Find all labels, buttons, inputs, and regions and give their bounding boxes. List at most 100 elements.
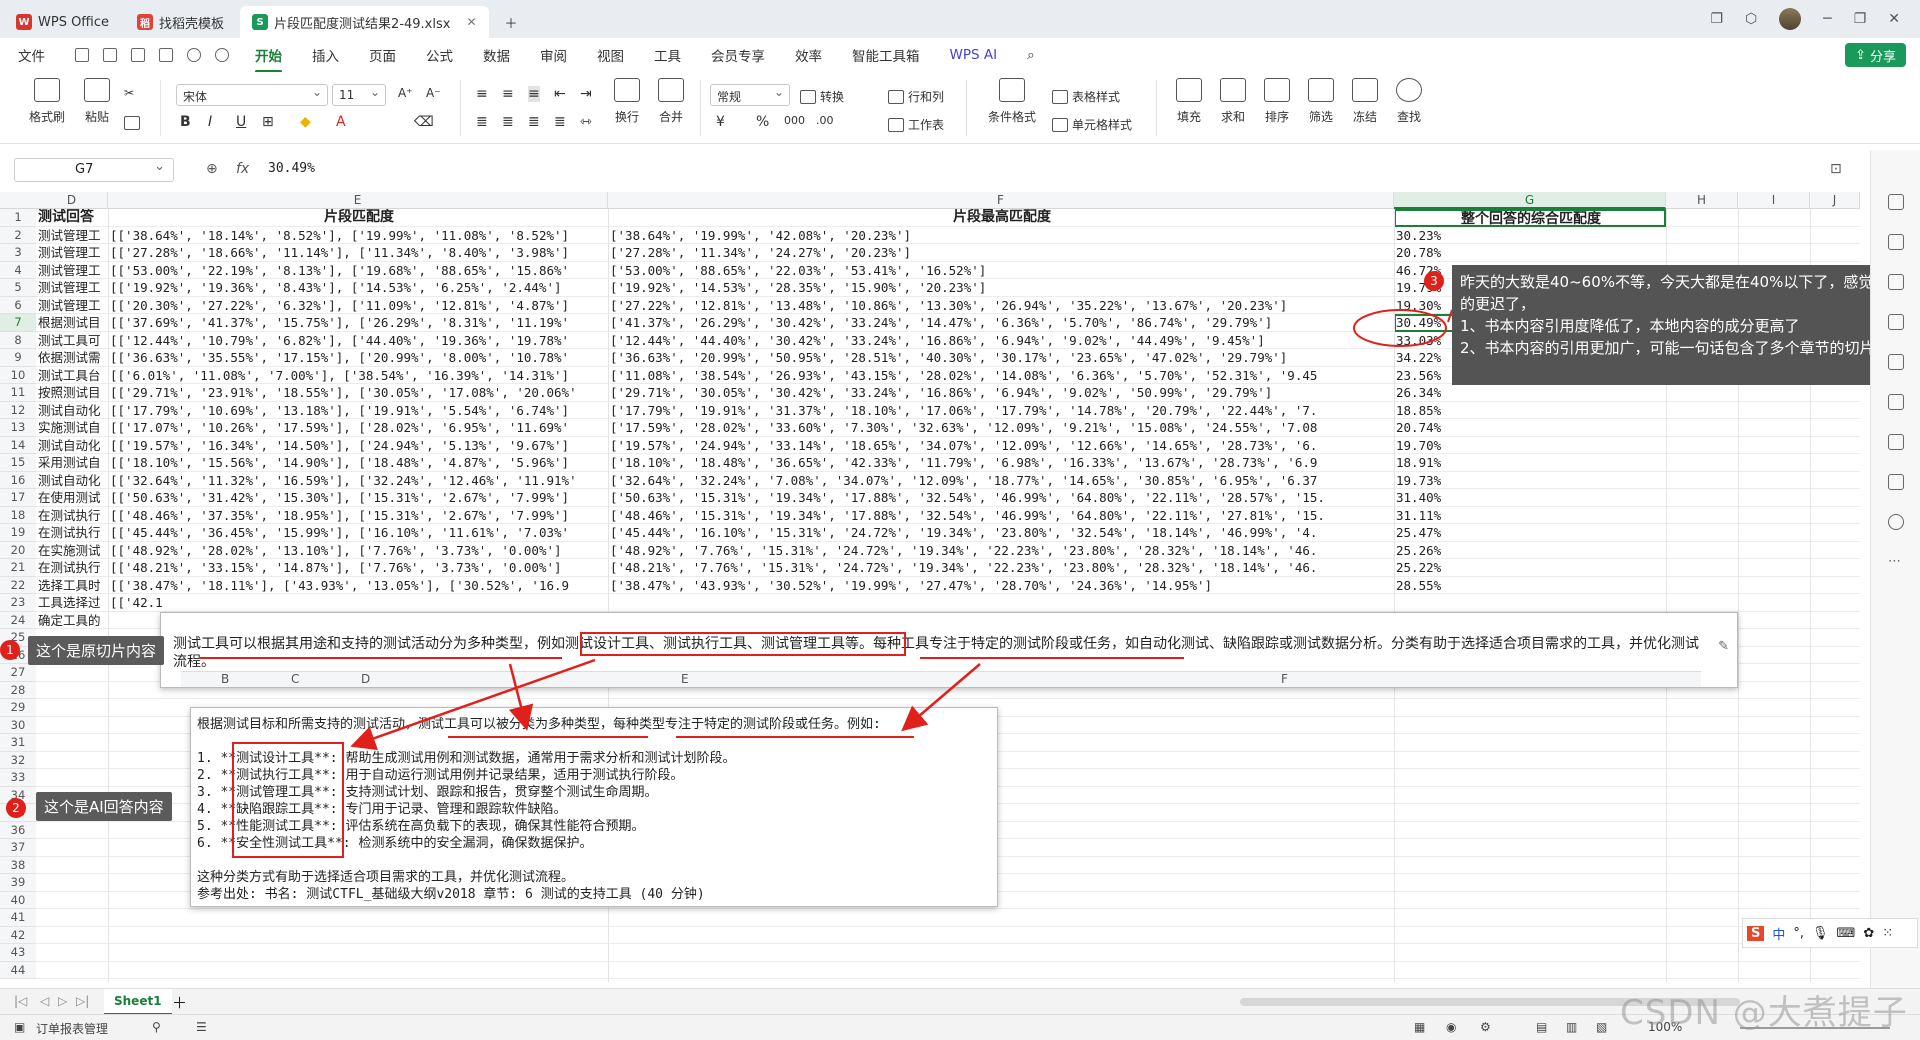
cell-g[interactable]: 31.11% <box>1394 507 1666 525</box>
cell-g[interactable] <box>1394 717 1666 735</box>
cell-f[interactable]: ['19.92%', '14.53%', '28.35%', '15.90%',… <box>608 279 1394 297</box>
last-sheet-icon[interactable]: ▷| <box>76 994 89 1008</box>
cell-d[interactable]: 根据测试目 <box>36 314 108 332</box>
menu-efficiency[interactable]: 效率 <box>795 45 822 65</box>
search-icon[interactable]: ⌕ <box>1027 47 1035 63</box>
paste-button[interactable]: 粘贴 <box>74 78 120 125</box>
cell-f[interactable]: ['38.64%', '19.99%', '42.08%', '20.23%'] <box>608 227 1394 245</box>
row-header[interactable]: 23 <box>0 594 36 612</box>
cell-f[interactable]: ['17.59%', '28.02%', '33.60%', '7.30%', … <box>608 419 1394 437</box>
font-size-select[interactable]: 11 <box>332 84 386 106</box>
style-icon[interactable] <box>1888 314 1904 330</box>
minimize-icon[interactable]: ─ <box>1823 11 1831 27</box>
menu-data[interactable]: 数据 <box>483 45 510 65</box>
cell-g[interactable] <box>1394 699 1666 717</box>
shape-icon[interactable] <box>1888 274 1904 290</box>
align-bottom-icon[interactable]: ≡ <box>528 86 540 102</box>
cell-d[interactable]: 在实施测试 <box>36 542 108 560</box>
cell-d[interactable]: 测试管理工 <box>36 262 108 280</box>
decimal-add-icon[interactable]: .00 <box>816 114 834 127</box>
cube-icon[interactable]: ⬡ <box>1745 11 1757 27</box>
cell-e[interactable]: [['18.10%', '15.56%', '14.90%'], ['18.48… <box>108 454 608 472</box>
cell-g[interactable]: 28.55% <box>1394 577 1666 595</box>
sheet-tab-sheet1[interactable]: Sheet1 <box>104 989 172 1015</box>
row-header[interactable]: 18 <box>0 506 36 524</box>
cut-button[interactable]: ✂ <box>124 86 134 100</box>
cell-g[interactable]: 整个回答的综合匹配度 <box>1394 209 1666 227</box>
ime-toolbar[interactable]: S 中 °, 🎙 ⌨ ✿ ⁙ <box>1742 918 1918 948</box>
cell-e[interactable]: [['29.71%', '23.91%', '18.55%'], ['30.05… <box>108 384 608 402</box>
row-header[interactable]: 37 <box>0 839 36 857</box>
menu-insert[interactable]: 插入 <box>312 45 339 65</box>
row-header[interactable]: 33 <box>0 769 36 787</box>
row-header[interactable]: 39 <box>0 874 36 892</box>
col-header-g[interactable]: G <box>1394 192 1666 209</box>
cell-f[interactable]: ['41.37%', '26.29%', '30.42%', '33.24%',… <box>608 314 1394 332</box>
row-header[interactable]: 14 <box>0 436 36 454</box>
row-header[interactable]: 41 <box>0 909 36 927</box>
align-middle-icon[interactable]: ≡ <box>502 86 514 102</box>
fx-icon[interactable]: fx <box>236 161 249 177</box>
keyboard-icon[interactable]: ⌨ <box>1837 926 1856 941</box>
cell-e[interactable]: [['6.01%', '11.08%', '7.00%'], ['38.54%'… <box>108 367 608 385</box>
new-tab-button[interactable]: ＋ <box>493 6 530 38</box>
cell-f[interactable]: ['19.57%', '24.94%', '33.14%', '18.65%',… <box>608 437 1394 455</box>
cell-f[interactable]: ['48.92%', '7.76%', '15.31%', '24.72%', … <box>608 542 1394 560</box>
wrap-button[interactable]: 换行 <box>604 78 650 125</box>
cell-d[interactable]: 依据测试需 <box>36 349 108 367</box>
cell-e[interactable]: [['48.21%', '33.15%', '14.87%'], ['7.76%… <box>108 559 608 577</box>
cell-d[interactable] <box>36 699 108 717</box>
row-header[interactable]: 32 <box>0 751 36 769</box>
menu-smart-toolbox[interactable]: 智能工具箱 <box>852 45 920 65</box>
cell-d[interactable]: 测试管理工 <box>36 227 108 245</box>
cell-d[interactable]: 采用测试自 <box>36 454 108 472</box>
row-header[interactable]: 36 <box>0 821 36 839</box>
cell-d[interactable]: 测试回答 <box>36 209 108 227</box>
cell-d[interactable]: 在使用测试 <box>36 489 108 507</box>
menu-file[interactable]: 文件 <box>18 45 45 65</box>
thousands-icon[interactable]: 000 <box>784 114 805 127</box>
cell-d[interactable] <box>36 734 108 752</box>
menu-wps-ai[interactable]: WPS AI <box>950 47 998 63</box>
cell-d[interactable]: 工具选择过 <box>36 594 108 612</box>
indent-decrease-icon[interactable]: ⇤ <box>554 86 566 102</box>
format-painter-button[interactable]: 格式刷 <box>24 78 70 125</box>
cell-f[interactable] <box>608 962 1394 980</box>
name-box[interactable]: G7 <box>14 158 174 182</box>
cell-d[interactable] <box>36 962 108 980</box>
cell-e[interactable]: [['38.64%', '18.14%', '8.52%'], ['19.99%… <box>108 227 608 245</box>
cell-d[interactable]: 测试工具台 <box>36 367 108 385</box>
window-layout-icon[interactable]: ❐ <box>1710 11 1723 27</box>
save-icon[interactable] <box>75 48 89 62</box>
align-left-icon[interactable]: ≣ <box>476 114 488 130</box>
cell-f[interactable]: ['50.63%', '15.31%', '19.34%', '17.88%',… <box>608 489 1394 507</box>
menu-member[interactable]: 会员专享 <box>711 45 765 65</box>
redo-icon[interactable] <box>215 48 229 62</box>
cell-f[interactable]: ['48.46%', '15.31%', '19.34%', '17.88%',… <box>608 507 1394 525</box>
cell-d[interactable] <box>36 944 108 962</box>
cell-g[interactable] <box>1394 787 1666 805</box>
cell-g[interactable] <box>1394 927 1666 945</box>
preview-icon[interactable] <box>159 48 173 62</box>
cell-f[interactable] <box>608 909 1394 927</box>
row-header[interactable]: 30 <box>0 716 36 734</box>
expand-formula-icon[interactable]: ⊡ <box>1830 161 1842 177</box>
row-header[interactable]: 15 <box>0 454 36 472</box>
row-header[interactable]: 6 <box>0 296 36 314</box>
cell-f[interactable]: ['53.00%', '88.65%', '22.03%', '53.41%',… <box>608 262 1394 280</box>
row-header[interactable]: 11 <box>0 384 36 402</box>
close-window-icon[interactable]: ✕ <box>1888 11 1900 27</box>
cell-g[interactable] <box>1394 804 1666 822</box>
cell-g[interactable] <box>1394 962 1666 980</box>
sort-button[interactable]: 排序 <box>1254 78 1300 125</box>
number-format-select[interactable]: 常规 <box>710 84 790 106</box>
row-header[interactable]: 40 <box>0 891 36 909</box>
cell-g[interactable]: 19.70% <box>1394 437 1666 455</box>
cell-f[interactable] <box>608 944 1394 962</box>
cell-e[interactable]: [['20.30%', '27.22%', '6.32%'], ['11.09%… <box>108 297 608 315</box>
currency-icon[interactable]: ¥ <box>716 114 725 130</box>
cell-g[interactable]: 26.34% <box>1394 384 1666 402</box>
cell-e[interactable]: [['45.44%', '36.45%', '15.99%'], ['16.10… <box>108 524 608 542</box>
row-header[interactable]: 1 <box>0 209 36 227</box>
cond-format-button[interactable]: 条件格式 <box>980 78 1044 125</box>
